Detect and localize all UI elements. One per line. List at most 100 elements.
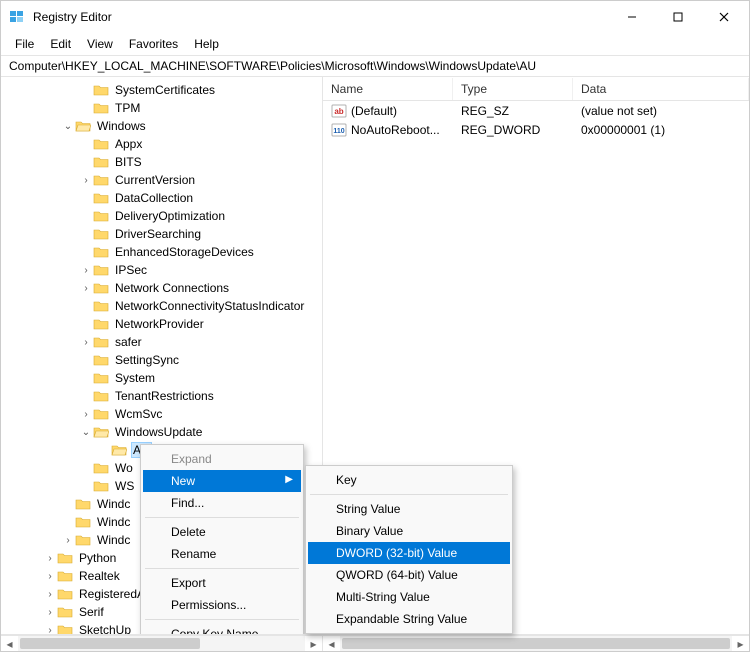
tree-node[interactable]: › safer <box>1 333 322 351</box>
menu-item[interactable]: Rename <box>143 543 301 565</box>
scroll-left-icon[interactable]: ◂ <box>323 636 340 651</box>
chevron-right-icon[interactable]: › <box>79 409 93 420</box>
menu-item[interactable]: Export <box>143 572 301 594</box>
menu-item[interactable]: Key <box>308 469 510 491</box>
chevron-blank: · <box>79 355 93 366</box>
minimize-button[interactable] <box>609 2 655 32</box>
col-type[interactable]: Type <box>453 78 573 100</box>
tree-node[interactable]: · DataCollection <box>1 189 322 207</box>
scroll-right-icon[interactable]: ▸ <box>305 636 322 651</box>
tree-node[interactable]: · System <box>1 369 322 387</box>
col-data[interactable]: Data <box>573 78 749 100</box>
tree-node[interactable]: · SystemCertificates <box>1 81 322 99</box>
menu-item-label: Export <box>171 576 206 590</box>
menu-item[interactable]: Multi-String Value <box>308 586 510 608</box>
menu-item[interactable]: QWORD (64-bit) Value <box>308 564 510 586</box>
chevron-down-icon[interactable]: ⌄ <box>79 427 93 438</box>
tree-label: Appx <box>115 137 142 151</box>
folder-icon <box>93 263 109 277</box>
folder-icon <box>93 101 109 115</box>
folder-icon <box>93 299 109 313</box>
folder-icon <box>93 407 109 421</box>
tree-node[interactable]: › Network Connections <box>1 279 322 297</box>
tree-label: SystemCertificates <box>115 83 215 97</box>
menu-item[interactable]: Expandable String Value <box>308 608 510 630</box>
chevron-right-icon[interactable]: › <box>79 265 93 276</box>
chevron-blank: · <box>79 301 93 312</box>
chevron-down-icon[interactable]: ⌄ <box>61 121 75 132</box>
tree-node[interactable]: ⌄ Windows <box>1 117 322 135</box>
tree-node[interactable]: › WcmSvc <box>1 405 322 423</box>
chevron-blank: · <box>79 229 93 240</box>
tree-node[interactable]: · Appx <box>1 135 322 153</box>
chevron-right-icon[interactable]: › <box>79 337 93 348</box>
menu-item-label: Permissions... <box>171 598 246 612</box>
value-data: 0x00000001 (1) <box>577 123 749 137</box>
folder-icon <box>57 605 73 619</box>
list-row[interactable]: ab(Default)REG_SZ(value not set) <box>323 101 749 120</box>
menu-item[interactable]: New▶ <box>143 470 301 492</box>
menu-item[interactable]: Delete <box>143 521 301 543</box>
chevron-blank: · <box>79 139 93 150</box>
folder-icon <box>93 461 109 475</box>
chevron-right-icon[interactable]: › <box>43 553 57 564</box>
horizontal-scrollbar[interactable]: ◂ ▸ ◂ ▸ <box>1 635 749 651</box>
maximize-button[interactable] <box>655 2 701 32</box>
scroll-left-icon[interactable]: ◂ <box>1 636 18 651</box>
chevron-blank: · <box>79 373 93 384</box>
tree-label: WindowsUpdate <box>115 425 202 439</box>
chevron-blank: · <box>79 157 93 168</box>
chevron-blank: · <box>79 193 93 204</box>
chevron-right-icon[interactable]: › <box>79 283 93 294</box>
menu-item-label: New <box>171 474 195 488</box>
tree-node[interactable]: · DeliveryOptimization <box>1 207 322 225</box>
chevron-right-icon[interactable]: › <box>43 607 57 618</box>
chevron-right-icon[interactable]: › <box>43 625 57 635</box>
menu-item[interactable]: Copy Key Name <box>143 623 301 634</box>
menu-view[interactable]: View <box>79 34 121 54</box>
menu-item[interactable]: Permissions... <box>143 594 301 616</box>
app-icon <box>9 9 25 25</box>
menu-file[interactable]: File <box>7 34 42 54</box>
folder-icon <box>57 623 73 634</box>
menu-item[interactable]: DWORD (32-bit) Value <box>308 542 510 564</box>
svg-text:110: 110 <box>333 128 344 135</box>
tree-node[interactable]: · NetworkProvider <box>1 315 322 333</box>
close-button[interactable] <box>701 2 747 32</box>
chevron-blank: · <box>61 517 75 528</box>
tree-pane[interactable]: · SystemCertificates· TPM⌄ Windows· Appx… <box>1 77 323 634</box>
tree-node[interactable]: › IPSec <box>1 261 322 279</box>
tree-node[interactable]: ⌄ WindowsUpdate <box>1 423 322 441</box>
menu-help[interactable]: Help <box>186 34 227 54</box>
menu-item[interactable]: Find... <box>143 492 301 514</box>
folder-icon <box>75 497 91 511</box>
chevron-right-icon[interactable]: › <box>43 571 57 582</box>
menu-item-label: String Value <box>336 502 400 516</box>
tree-node[interactable]: · BITS <box>1 153 322 171</box>
col-name[interactable]: Name <box>323 78 453 100</box>
tree-node[interactable]: · NetworkConnectivityStatusIndicator <box>1 297 322 315</box>
list-row[interactable]: 110NoAutoReboot...REG_DWORD0x00000001 (1… <box>323 120 749 139</box>
menu-item[interactable]: String Value <box>308 498 510 520</box>
tree-node[interactable]: · TPM <box>1 99 322 117</box>
tree-node[interactable]: · SettingSync <box>1 351 322 369</box>
menu-favorites[interactable]: Favorites <box>121 34 186 54</box>
tree-label: TenantRestrictions <box>115 389 214 403</box>
scroll-right-icon[interactable]: ▸ <box>732 636 749 651</box>
tree-label: Python <box>79 551 116 565</box>
menu-item-label: Rename <box>171 547 216 561</box>
chevron-right-icon[interactable]: › <box>79 175 93 186</box>
folder-icon <box>93 245 109 259</box>
tree-label: WS <box>115 479 134 493</box>
tree-node[interactable]: › CurrentVersion <box>1 171 322 189</box>
address-bar[interactable]: Computer\HKEY_LOCAL_MACHINE\SOFTWARE\Pol… <box>1 55 749 77</box>
tree-node[interactable]: · EnhancedStorageDevices <box>1 243 322 261</box>
menu-edit[interactable]: Edit <box>42 34 79 54</box>
tree-node[interactable]: · TenantRestrictions <box>1 387 322 405</box>
menu-separator <box>145 568 299 569</box>
tree-node[interactable]: · DriverSearching <box>1 225 322 243</box>
chevron-right-icon[interactable]: › <box>61 535 75 546</box>
menu-item[interactable]: Binary Value <box>308 520 510 542</box>
folder-icon <box>93 389 109 403</box>
chevron-right-icon[interactable]: › <box>43 589 57 600</box>
